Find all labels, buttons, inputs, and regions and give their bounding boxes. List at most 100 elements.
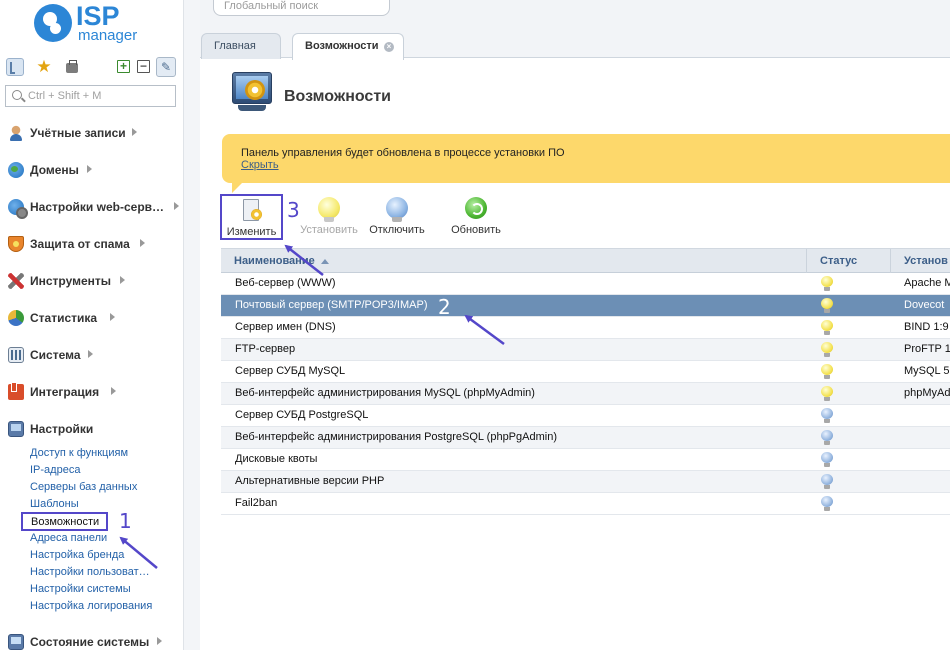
submenu-item-9[interactable]: Настройка логирования <box>30 600 152 616</box>
edit-button[interactable]: Изменить <box>220 194 283 240</box>
row-name: Почтовый сервер (SMTP/POP3/IMAP) <box>235 299 428 311</box>
annotation-2: 2 <box>438 295 451 319</box>
tools-icon <box>8 273 24 289</box>
table-row[interactable]: Веб-сервер (WWW) Apache M <box>221 273 950 295</box>
table-row[interactable]: Веб-интерфейс администрирования PostgreS… <box>221 427 950 449</box>
logo-product: manager <box>78 27 138 44</box>
tab-features[interactable]: Возможности × <box>292 33 404 60</box>
sidebar-item-label: Защита от спама <box>30 237 130 251</box>
submenu-item-4[interactable]: Возможности <box>21 512 109 531</box>
edit-label: Изменить <box>226 226 277 238</box>
sidebar-item-label: Домены <box>30 163 79 177</box>
sidebar-item-7[interactable]: Интеграция <box>8 382 180 402</box>
tab-main[interactable]: Главная <box>201 33 281 59</box>
table-row[interactable]: Сервер СУБД PostgreSQL <box>221 405 950 427</box>
global-search-input[interactable] <box>224 0 374 14</box>
ispmanager-logo[interactable]: ISP manager <box>34 1 164 44</box>
submenu-item-8[interactable]: Настройки системы <box>30 583 131 599</box>
sidebar-item-label: Система <box>30 348 81 362</box>
table-row[interactable]: Альтернативные версии PHP <box>221 471 950 493</box>
sidebar-item-8[interactable]: Настройки <box>8 419 180 439</box>
status-off-bulb-icon <box>821 452 833 467</box>
sort-asc-icon <box>320 258 329 264</box>
table-row[interactable]: Почтовый сервер (SMTP/POP3/IMAP) Dovecot <box>221 295 950 317</box>
sidebar-item-5[interactable]: Статистика <box>8 308 180 328</box>
submenu-item-5[interactable]: Адреса панели <box>30 532 107 548</box>
tree-view-icon[interactable] <box>6 58 24 76</box>
spam-shield-icon <box>8 236 24 252</box>
refresh-icon <box>465 197 487 219</box>
chevron-right-icon[interactable] <box>88 350 93 358</box>
row-installed: Dovecot <box>904 299 945 311</box>
chevron-right-icon[interactable] <box>110 313 115 321</box>
chevron-right-icon[interactable] <box>111 387 116 395</box>
pin-icon[interactable]: ✎ <box>156 57 176 77</box>
status-on-bulb-icon <box>821 298 833 313</box>
submenu-item-2[interactable]: Серверы баз данных <box>30 481 137 497</box>
tab-main-label: Главная <box>214 40 256 52</box>
row-installed: BIND 1:9 <box>904 321 949 333</box>
table-row[interactable]: Веб-интерфейс администрирования MySQL (p… <box>221 383 950 405</box>
refresh-button[interactable]: Обновить <box>444 194 508 240</box>
sidebar-item-0[interactable]: Учётные записи <box>8 123 180 143</box>
integration-icon <box>8 382 24 400</box>
chevron-right-icon[interactable] <box>132 128 137 136</box>
row-installed: ProFTP 1 <box>904 343 950 355</box>
sidebar-item-3[interactable]: Защита от спама <box>8 234 180 254</box>
table-row[interactable]: Сервер имен (DNS) BIND 1:9 <box>221 317 950 339</box>
sidebar-item-4[interactable]: Инструменты <box>8 271 180 291</box>
table-row[interactable]: Сервер СУБД MySQL MySQL 5 <box>221 361 950 383</box>
column-installed-header[interactable]: Установ <box>891 249 950 273</box>
refresh-label: Обновить <box>451 224 501 236</box>
status-off-bulb-icon <box>821 430 833 445</box>
table-row[interactable]: Fail2ban <box>221 493 950 515</box>
sidebar-item-2[interactable]: Настройки web-серв… <box>8 197 180 219</box>
chevron-right-icon[interactable] <box>140 239 145 247</box>
chevron-right-icon[interactable] <box>120 276 125 284</box>
submenu-item-6[interactable]: Настройка бренда <box>30 549 124 565</box>
submenu-item-1[interactable]: IP-адреса <box>30 464 80 480</box>
menu-search-input[interactable] <box>28 88 173 104</box>
sidebar-item-6[interactable]: Система <box>8 345 180 365</box>
chevron-right-icon[interactable] <box>174 202 179 210</box>
features-monitor-icon <box>232 72 274 114</box>
column-name-header[interactable]: Наименование <box>221 249 807 273</box>
sidebar-toolbar: ★ + − ✎ <box>6 57 176 77</box>
sidebar-item-label: Состояние системы <box>30 635 150 649</box>
sidebar-item-1[interactable]: Домены <box>8 160 180 180</box>
row-name: FTP-сервер <box>235 343 296 355</box>
sidebar-item-label: Настройки web-серв… <box>30 200 165 214</box>
status-on-bulb-icon <box>821 386 833 401</box>
expand-all-icon[interactable]: + <box>117 60 130 73</box>
notice-text: Панель управления будет обновлена в проц… <box>241 147 565 159</box>
main-area: Главная Возможности × Возможности Панель… <box>200 0 950 650</box>
tab-close-icon[interactable]: × <box>384 42 394 52</box>
row-name: Сервер СУБД PostgreSQL <box>235 409 369 421</box>
submenu-item-0[interactable]: Доступ к функциям <box>30 447 128 463</box>
column-status-header[interactable]: Статус <box>807 249 891 273</box>
collapse-all-icon[interactable]: − <box>137 60 150 73</box>
row-installed: phpMyAd <box>904 387 950 399</box>
briefcase-icon[interactable] <box>63 58 81 76</box>
pie-chart-icon <box>8 310 24 326</box>
web-settings-icon <box>8 199 28 219</box>
settings-icon <box>8 421 24 437</box>
status-on-bulb-icon <box>821 364 833 379</box>
status-off-bulb-icon <box>821 474 833 489</box>
sidebar-item-9[interactable]: Состояние системы <box>8 632 180 650</box>
submenu-item-7[interactable]: Настройки пользоват… <box>30 566 150 582</box>
sidebar-scrollbar[interactable] <box>183 0 200 650</box>
install-button[interactable]: Установить <box>296 194 362 240</box>
row-name: Веб-интерфейс администрирования MySQL (p… <box>235 387 535 399</box>
row-name: Fail2ban <box>235 497 278 509</box>
globe-icon <box>8 162 24 178</box>
column-status-label: Статус <box>820 255 858 267</box>
chevron-right-icon[interactable] <box>157 637 162 645</box>
chevron-right-icon[interactable] <box>87 165 92 173</box>
table-row[interactable]: FTP-сервер ProFTP 1 <box>221 339 950 361</box>
notice-hide-link[interactable]: Скрыть <box>241 159 279 171</box>
favorites-star-icon[interactable]: ★ <box>35 58 53 76</box>
disable-button[interactable]: Отключить <box>364 194 430 240</box>
update-notice: Панель управления будет обновлена в проц… <box>222 134 950 193</box>
table-row[interactable]: Дисковые квоты <box>221 449 950 471</box>
